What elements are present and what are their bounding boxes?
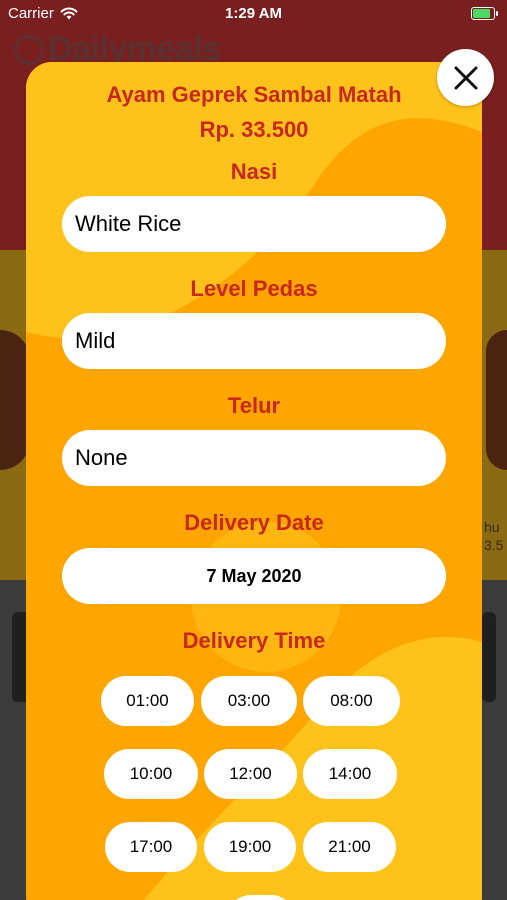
- spice-level-select[interactable]: Mild: [62, 313, 446, 369]
- battery-charging-icon: [471, 7, 498, 20]
- time-option[interactable]: 12:00: [204, 749, 297, 799]
- background-dish-image: [486, 330, 507, 470]
- background-card: [482, 612, 496, 702]
- battery-level: [473, 9, 490, 18]
- status-bar: Carrier 1:29 AM: [0, 0, 507, 28]
- egg-select[interactable]: None: [62, 430, 446, 486]
- egg-value: None: [75, 445, 128, 470]
- spice-level-value: Mild: [75, 328, 116, 353]
- background-peek-text: hu 3.5: [484, 519, 504, 553]
- rice-label: Nasi: [230, 159, 278, 184]
- delivery-date-value: 7 May 2020: [206, 565, 302, 586]
- dish-name: Ayam Geprek Sambal Matah: [106, 82, 402, 107]
- delivery-date-label: Delivery Date: [184, 510, 324, 535]
- time-option[interactable]: 14:00: [303, 749, 397, 799]
- spice-level-label: Level Pedas: [190, 276, 318, 301]
- time-option[interactable]: 19:00: [204, 822, 296, 872]
- rice-value: White Rice: [75, 211, 182, 236]
- rice-select[interactable]: White Rice: [62, 196, 446, 252]
- delivery-date-picker[interactable]: 7 May 2020: [62, 548, 446, 604]
- time-option[interactable]: 08:00: [303, 676, 400, 726]
- order-options-modal: Ayam Geprek Sambal Matah Rp. 33.500 Nasi…: [26, 62, 482, 900]
- time-option[interactable]: 03:00: [201, 676, 297, 726]
- close-button[interactable]: [437, 49, 494, 106]
- status-time: 1:29 AM: [225, 5, 282, 22]
- delivery-time-label: Delivery Time: [182, 628, 326, 653]
- time-option[interactable]: 17:00: [105, 822, 197, 872]
- logo-icon: [14, 34, 44, 65]
- time-option[interactable]: 10:00: [104, 749, 198, 799]
- time-option[interactable]: 21:00: [303, 822, 396, 872]
- time-option[interactable]: 01:00: [101, 676, 194, 726]
- dish-price: Rp. 33.500: [199, 117, 309, 142]
- close-icon: [454, 66, 477, 89]
- egg-label: Telur: [227, 393, 281, 418]
